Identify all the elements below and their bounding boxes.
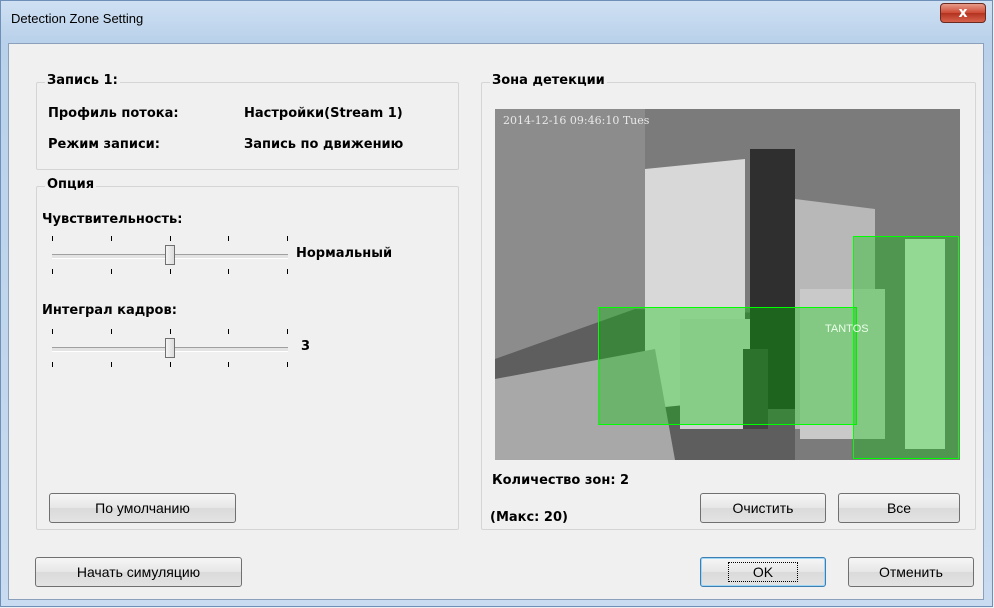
slider-tick: [170, 236, 171, 241]
ok-button-label: OK: [727, 562, 799, 582]
frames-value: 3: [301, 339, 311, 354]
options-legend: Опция: [45, 177, 97, 192]
slider-tick: [228, 269, 229, 274]
stream-profile-value: Настройки(Stream 1): [244, 106, 403, 121]
slider-tick: [170, 329, 171, 334]
close-button[interactable]: x: [940, 3, 986, 23]
slider-tick: [52, 362, 53, 367]
slider-tick: [287, 362, 288, 367]
slider-tick: [111, 329, 112, 334]
camera-preview[interactable]: 2014-12-16 09:46:10 Tues TANTOS: [495, 109, 960, 460]
detection-zone-2[interactable]: [853, 236, 959, 459]
record-legend: Запись 1:: [45, 73, 120, 88]
slider-tick: [287, 269, 288, 274]
zone-legend: Зона детекции: [490, 73, 607, 88]
start-simulation-button[interactable]: Начать симуляцию: [35, 557, 242, 587]
frames-label: Интеграл кадров:: [42, 303, 177, 318]
record-mode-label: Режим записи:: [48, 137, 160, 152]
slider-tick: [228, 236, 229, 241]
record-mode-value: Запись по движению: [244, 137, 404, 152]
camera-logo: TANTOS: [825, 323, 869, 335]
slider-tick: [170, 269, 171, 274]
default-button[interactable]: По умолчанию: [49, 493, 236, 523]
slider-tick: [170, 362, 171, 367]
window-title: Detection Zone Setting: [11, 11, 144, 26]
zone-max-label: (Макс: 20): [490, 510, 568, 525]
frames-slider[interactable]: [52, 329, 288, 369]
slider-tick: [52, 329, 53, 334]
video-timestamp: 2014-12-16 09:46:10 Tues: [503, 114, 650, 127]
slider-tick: [52, 236, 53, 241]
slider-thumb[interactable]: [165, 338, 175, 358]
sensitivity-label: Чувствительность:: [42, 212, 183, 227]
slider-tick: [228, 362, 229, 367]
stream-profile-label: Профиль потока:: [48, 106, 179, 121]
slider-tick: [111, 269, 112, 274]
sensitivity-value: Нормальный: [296, 246, 393, 261]
slider-tick: [287, 329, 288, 334]
slider-tick: [111, 236, 112, 241]
clear-button[interactable]: Очистить: [700, 493, 826, 523]
cancel-button[interactable]: Отменить: [848, 557, 974, 587]
slider-tick: [111, 362, 112, 367]
detection-zone-1[interactable]: [598, 307, 857, 425]
slider-thumb[interactable]: [165, 245, 175, 265]
ok-button[interactable]: OK: [700, 557, 826, 587]
record-group: Запись 1:: [36, 73, 459, 170]
zone-count-label: Количество зон: 2: [492, 473, 630, 488]
slider-tick: [287, 236, 288, 241]
select-all-button[interactable]: Все: [838, 493, 960, 523]
title-bar[interactable]: Detection Zone Setting x: [1, 1, 992, 35]
slider-tick: [52, 269, 53, 274]
slider-tick: [228, 329, 229, 334]
sensitivity-slider[interactable]: [52, 236, 288, 276]
